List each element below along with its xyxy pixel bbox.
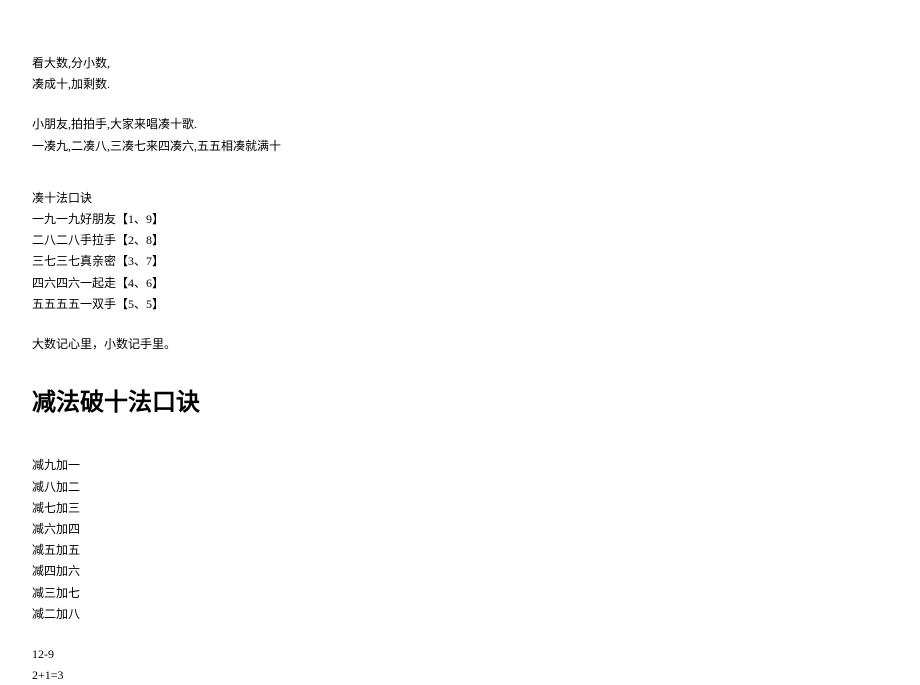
subtraction-rule-3: 减七加三 — [32, 499, 920, 518]
intro-line-2: 凑成十,加剩数. — [32, 75, 920, 94]
pairing-title: 凑十法口诀 — [32, 189, 920, 208]
subtraction-rule-6: 减四加六 — [32, 562, 920, 581]
memory-tip: 大数记心里，小数记手里。 — [32, 335, 920, 354]
pairing-rule-5: 五五五五一双手【5、5】 — [32, 295, 920, 314]
pairing-rule-1: 一九一九好朋友【1、9】 — [32, 210, 920, 229]
subtraction-rule-5: 减五加五 — [32, 541, 920, 560]
example-problem: 12-9 — [32, 645, 920, 664]
subtraction-rule-7: 减三加七 — [32, 584, 920, 603]
subtraction-heading: 减法破十法口诀 — [32, 384, 920, 422]
song-line-2: 一凑九,二凑八,三凑七来四凑六,五五相凑就满十 — [32, 137, 920, 156]
intro-line-1: 看大数,分小数, — [32, 54, 920, 73]
subtraction-rule-4: 减六加四 — [32, 520, 920, 539]
subtraction-rule-2: 减八加二 — [32, 478, 920, 497]
song-line-1: 小朋友,拍拍手,大家来唱凑十歌. — [32, 115, 920, 134]
pairing-rule-4: 四六四六一起走【4、6】 — [32, 274, 920, 293]
subtraction-rule-1: 减九加一 — [32, 456, 920, 475]
example-answer: 2+1=3 — [32, 666, 920, 685]
pairing-rule-2: 二八二八手拉手【2、8】 — [32, 231, 920, 250]
subtraction-rule-8: 减二加八 — [32, 605, 920, 624]
pairing-rule-3: 三七三七真亲密【3、7】 — [32, 252, 920, 271]
